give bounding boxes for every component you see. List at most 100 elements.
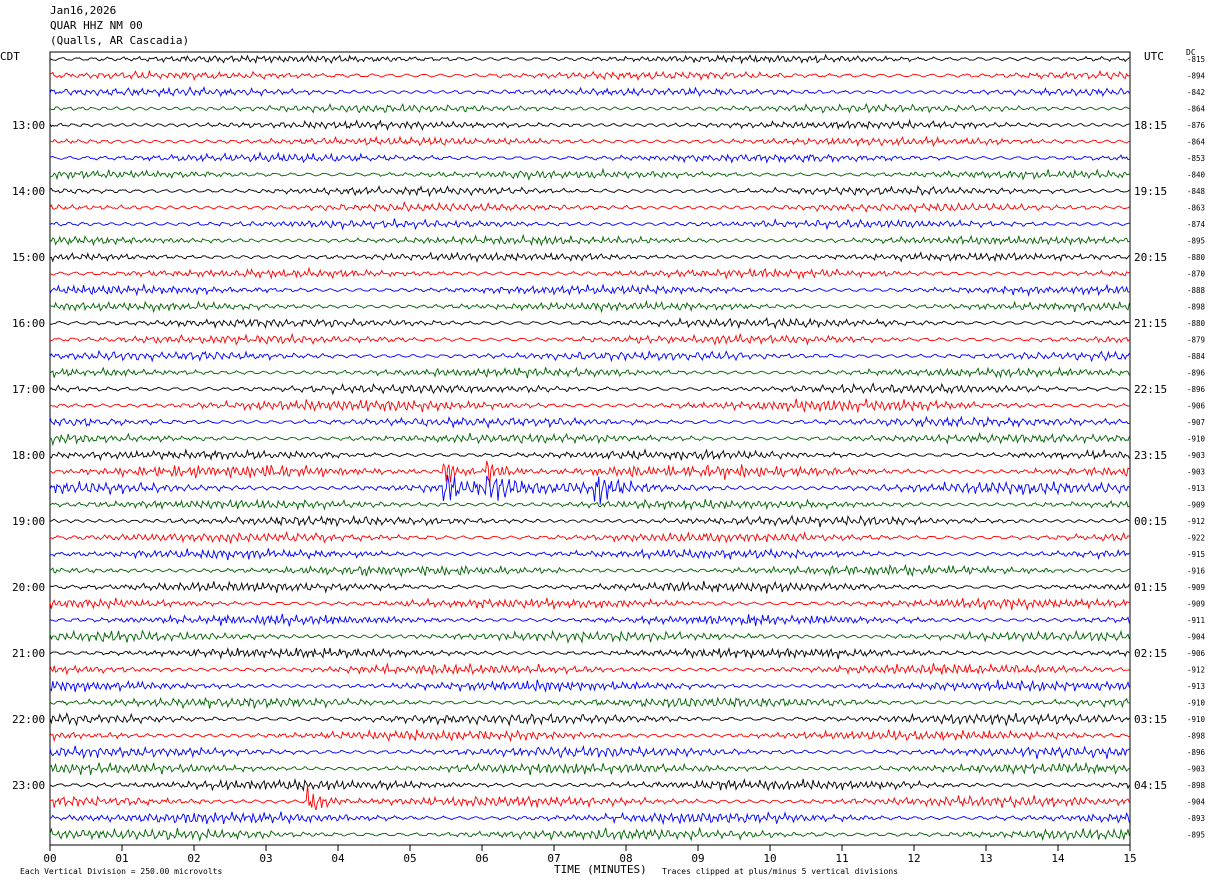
seismic-trace: [49, 382, 1130, 396]
dc-offset-label: -903: [1187, 468, 1205, 477]
dc-offset-label: -842: [1187, 88, 1205, 97]
seismic-trace: [49, 398, 1130, 413]
dc-offset-label: -853: [1187, 154, 1205, 163]
seismic-trace: [49, 53, 1130, 65]
seismic-trace: [49, 647, 1130, 660]
seismogram-plot: 00 01 02 03 04 05 06 07 08 09 10 11 12 13 14 15-815-894…: [12, 51, 1206, 865]
dc-offset-label: -864: [1187, 138, 1206, 147]
x-tick-label: 12: [907, 852, 920, 865]
seismic-trace: [49, 563, 1130, 578]
left-hour-label: 19:00: [12, 515, 45, 528]
x-axis-title: TIME (MINUTES): [554, 863, 647, 876]
dc-offset-label: -907: [1187, 418, 1205, 427]
left-hour-label: 18:00: [12, 449, 45, 462]
left-hour-label: 15:00: [12, 251, 45, 264]
seismic-trace: [49, 448, 1130, 461]
x-tick-label: 10: [763, 852, 776, 865]
dc-offset-label: -922: [1187, 534, 1205, 543]
x-tick-label: 13: [979, 852, 992, 865]
x-tick-label: 04: [331, 852, 345, 865]
x-tick-label: 03: [259, 852, 272, 865]
dc-offset-label: -904: [1187, 633, 1206, 642]
seismic-trace: [49, 200, 1130, 214]
dc-offset-label: -913: [1187, 484, 1205, 493]
x-tick-label: 05: [403, 852, 416, 865]
seismic-trace: [49, 530, 1130, 544]
dc-offset-label: -879: [1187, 336, 1205, 345]
x-tick-label: 09: [691, 852, 704, 865]
dc-offset-label: -840: [1187, 171, 1206, 180]
seismic-trace: [49, 629, 1130, 645]
dc-offset-label: -864: [1187, 105, 1206, 114]
x-tick-label: 02: [187, 852, 200, 865]
seismic-trace: [49, 460, 1130, 487]
dc-offset-label: -894: [1187, 72, 1206, 81]
dc-offset-label: -906: [1187, 649, 1206, 658]
dc-offset-label: -884: [1187, 352, 1206, 361]
dc-offset-label: -893: [1187, 814, 1205, 823]
dc-offset-label: -870: [1187, 270, 1206, 279]
seismic-trace: [49, 580, 1130, 594]
dc-offset-label: -898: [1187, 732, 1206, 741]
dc-offset-label: -896: [1187, 369, 1206, 378]
seismic-trace: [49, 597, 1130, 611]
seismic-trace: [49, 514, 1130, 528]
left-hour-label: 21:00: [12, 647, 45, 660]
dc-offset-label: -912: [1187, 666, 1205, 675]
right-hour-label: 18:15: [1134, 119, 1167, 132]
dc-offset-label: -911: [1187, 616, 1205, 625]
seismic-trace: [49, 498, 1130, 511]
x-tick-label: 11: [835, 852, 848, 865]
dc-offset-label: -913: [1187, 682, 1205, 691]
dc-offset-label: -896: [1187, 385, 1206, 394]
dc-offset-label: -888: [1187, 286, 1206, 295]
right-hour-label: 01:15: [1134, 581, 1167, 594]
right-hour-label: 21:15: [1134, 317, 1167, 330]
seismic-trace: [50, 431, 1130, 447]
left-hour-label: 16:00: [12, 317, 45, 330]
dc-offset-label: -895: [1187, 831, 1205, 840]
dc-offset-label: -903: [1187, 765, 1205, 774]
right-hour-label: 23:15: [1134, 449, 1167, 462]
seismic-trace: [49, 761, 1130, 776]
seismic-trace: [49, 679, 1130, 693]
seismic-trace: [49, 86, 1130, 98]
dc-offset-label: -909: [1187, 583, 1205, 592]
dc-offset-label: -880: [1187, 253, 1206, 262]
left-hour-label: 20:00: [12, 581, 45, 594]
seismic-trace: [49, 547, 1130, 561]
seismic-trace: [49, 475, 1130, 505]
dc-offset-label: -863: [1187, 204, 1205, 213]
dc-offset-label: -909: [1187, 501, 1205, 510]
x-tick-label: 14: [1051, 852, 1065, 865]
seismic-trace: [49, 729, 1130, 743]
plot-frame: [49, 51, 1131, 846]
seismic-trace: [49, 366, 1130, 379]
seismic-trace: [49, 251, 1130, 264]
seismic-trace: [49, 613, 1130, 627]
seismic-trace: [49, 778, 1130, 792]
left-hour-label: 22:00: [12, 713, 45, 726]
right-hour-label: 03:15: [1134, 713, 1167, 726]
dc-offset-label: -898: [1187, 303, 1206, 312]
right-hour-label: 04:15: [1134, 779, 1167, 792]
right-hour-label: 19:15: [1134, 185, 1167, 198]
seismic-trace: [49, 317, 1130, 330]
seismic-trace: [49, 415, 1130, 429]
seismic-trace: [49, 744, 1130, 760]
dc-offset-label: -874: [1187, 220, 1206, 229]
seismic-trace: [49, 151, 1130, 164]
dc-offset-label: -910: [1187, 435, 1206, 444]
dc-offset-label: -880: [1187, 319, 1206, 328]
dc-offset-label: -815: [1187, 55, 1205, 64]
seismic-trace: [49, 69, 1130, 82]
x-tick-label: 01: [115, 852, 128, 865]
x-tick-label: 06: [475, 852, 488, 865]
dc-offset-label: -895: [1187, 237, 1205, 246]
left-hour-label: 23:00: [12, 779, 45, 792]
seismic-trace: [49, 811, 1130, 826]
left-hour-label: 14:00: [12, 185, 45, 198]
seismic-trace: [49, 826, 1130, 843]
scale-note: Each Vertical Division = 250.00 microvol…: [20, 867, 223, 876]
dc-offset-label: -904: [1187, 798, 1206, 807]
